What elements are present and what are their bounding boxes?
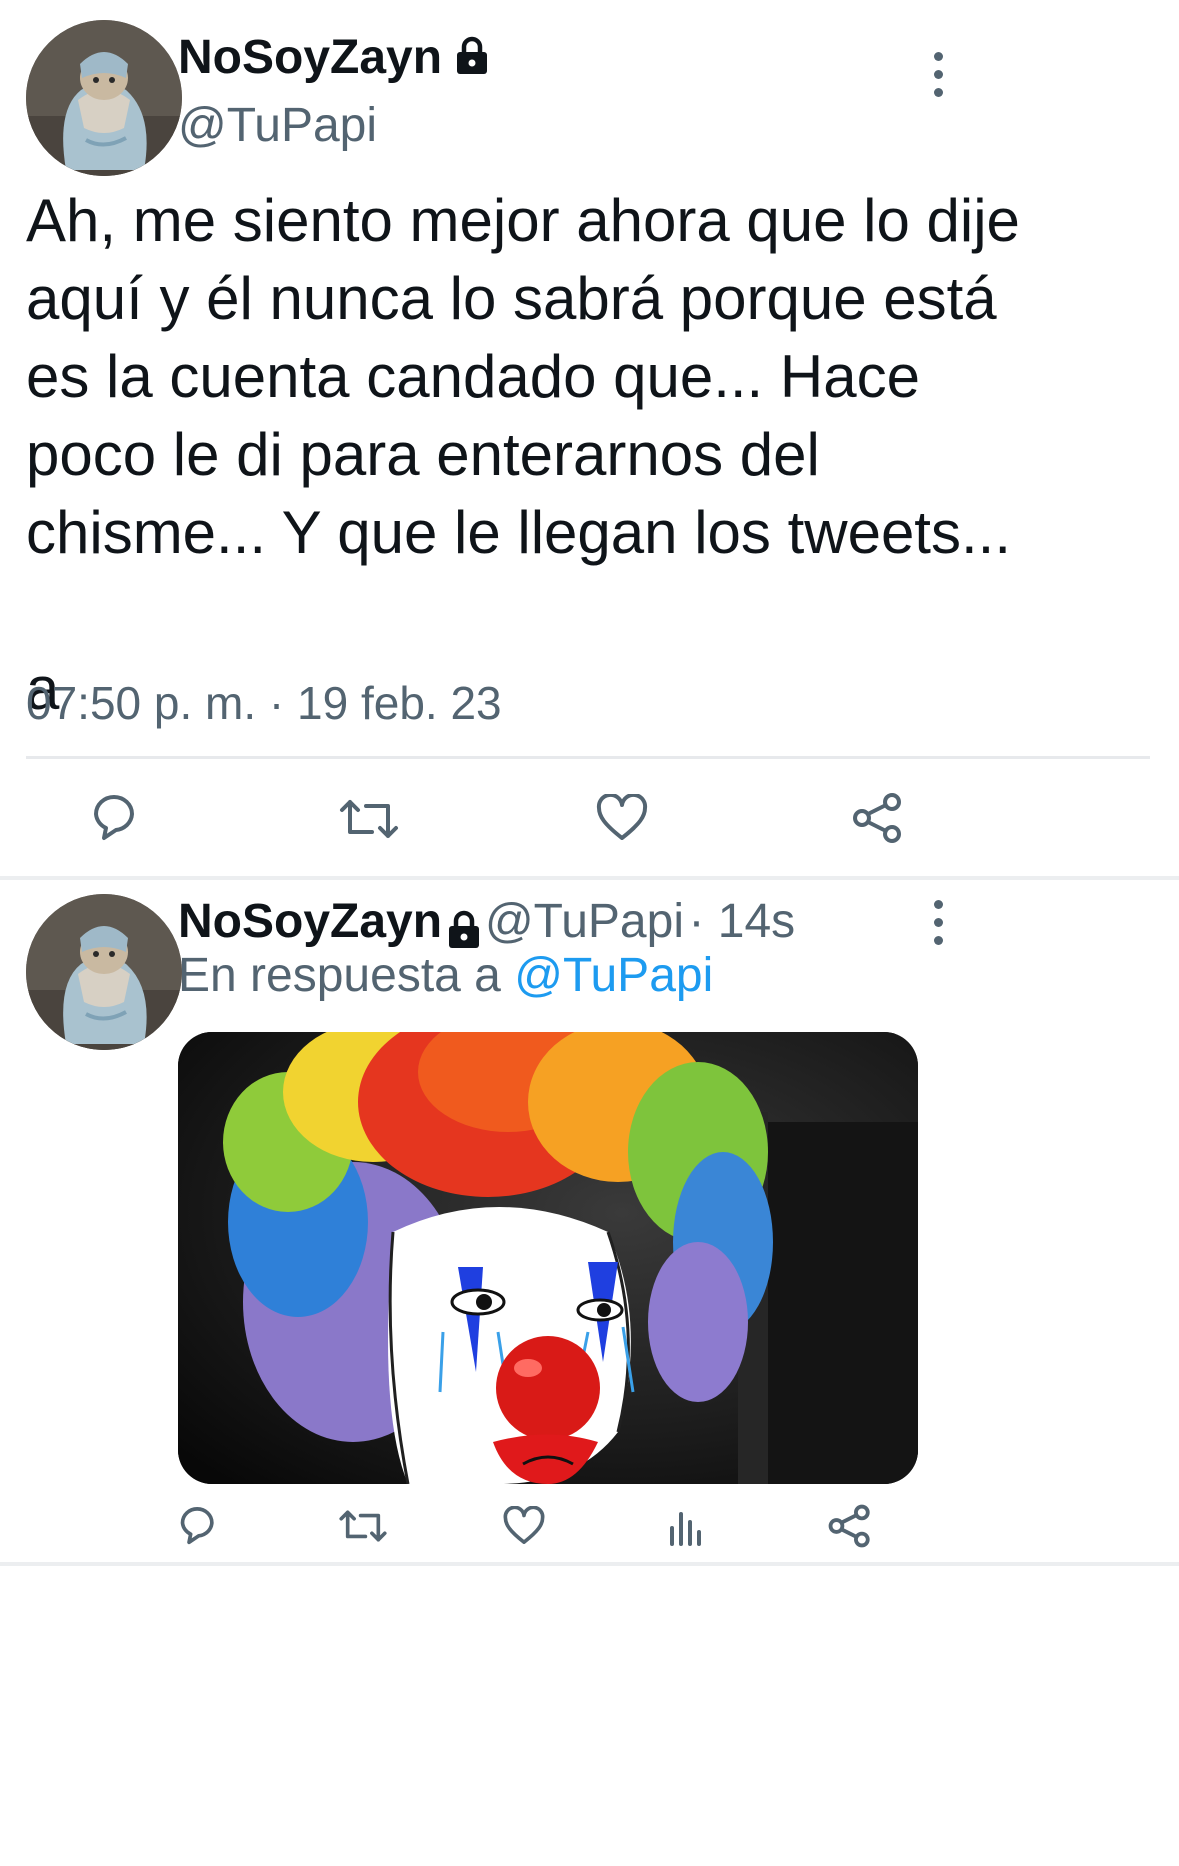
divider xyxy=(26,756,1150,759)
replying-to: En respuesta a @TuPapi xyxy=(178,948,713,1003)
analytics-icon[interactable] xyxy=(668,1506,704,1546)
tweet-text-line: aquí y él nunca lo sabrá porque está xyxy=(26,265,997,332)
tweet-text-line: poco le di para enterarnos del xyxy=(26,421,820,488)
reply-more-options-icon[interactable] xyxy=(918,892,958,952)
tweet-text: Ah, me siento mejor ahora que lo dije aq… xyxy=(26,182,1156,728)
reply-retweet-icon[interactable] xyxy=(338,1506,388,1546)
replying-to-link[interactable]: @TuPapi xyxy=(514,949,713,1002)
tweet-text-line: es la cuenta candado que... Hace xyxy=(26,343,920,410)
tweet-timestamp[interactable]: 07:50 p. m. · 19 feb. 23 xyxy=(26,676,502,730)
reply-header: NoSoyZayn @TuPapi · 14s xyxy=(178,894,795,955)
tweet-media-image[interactable] xyxy=(178,1032,918,1484)
reply-icon[interactable] xyxy=(88,792,142,844)
reply-author-avatar[interactable] xyxy=(26,894,182,1050)
tweet-text-line: chisme... Y que le llegan los tweets... xyxy=(26,499,1011,566)
bottom-separator xyxy=(0,1562,1179,1566)
clown-wig-image xyxy=(178,1032,918,1484)
reply-like-icon[interactable] xyxy=(503,1506,545,1546)
retweet-icon[interactable] xyxy=(338,796,400,842)
lock-icon xyxy=(455,33,489,88)
like-icon[interactable] xyxy=(596,794,648,842)
author-name-text: NoSoyZayn xyxy=(178,31,443,84)
reply-author-name[interactable]: NoSoyZayn xyxy=(178,895,442,948)
replying-to-prefix: En respuesta a xyxy=(178,949,501,1002)
reply-time[interactable]: · 14s xyxy=(688,895,795,948)
reply-author-handle[interactable]: @TuPapi xyxy=(485,895,684,948)
tweet-text-line: Ah, me siento mejor ahora que lo dije xyxy=(26,187,1020,254)
reply-share-icon[interactable] xyxy=(828,1504,872,1548)
tweet-separator xyxy=(0,876,1179,880)
author-name[interactable]: NoSoyZayn xyxy=(178,30,489,88)
share-icon[interactable] xyxy=(852,792,904,844)
reply-reply-icon[interactable] xyxy=(176,1504,220,1548)
more-options-icon[interactable] xyxy=(918,44,958,104)
author-avatar[interactable] xyxy=(26,20,182,176)
author-handle[interactable]: @TuPapi xyxy=(178,98,377,153)
